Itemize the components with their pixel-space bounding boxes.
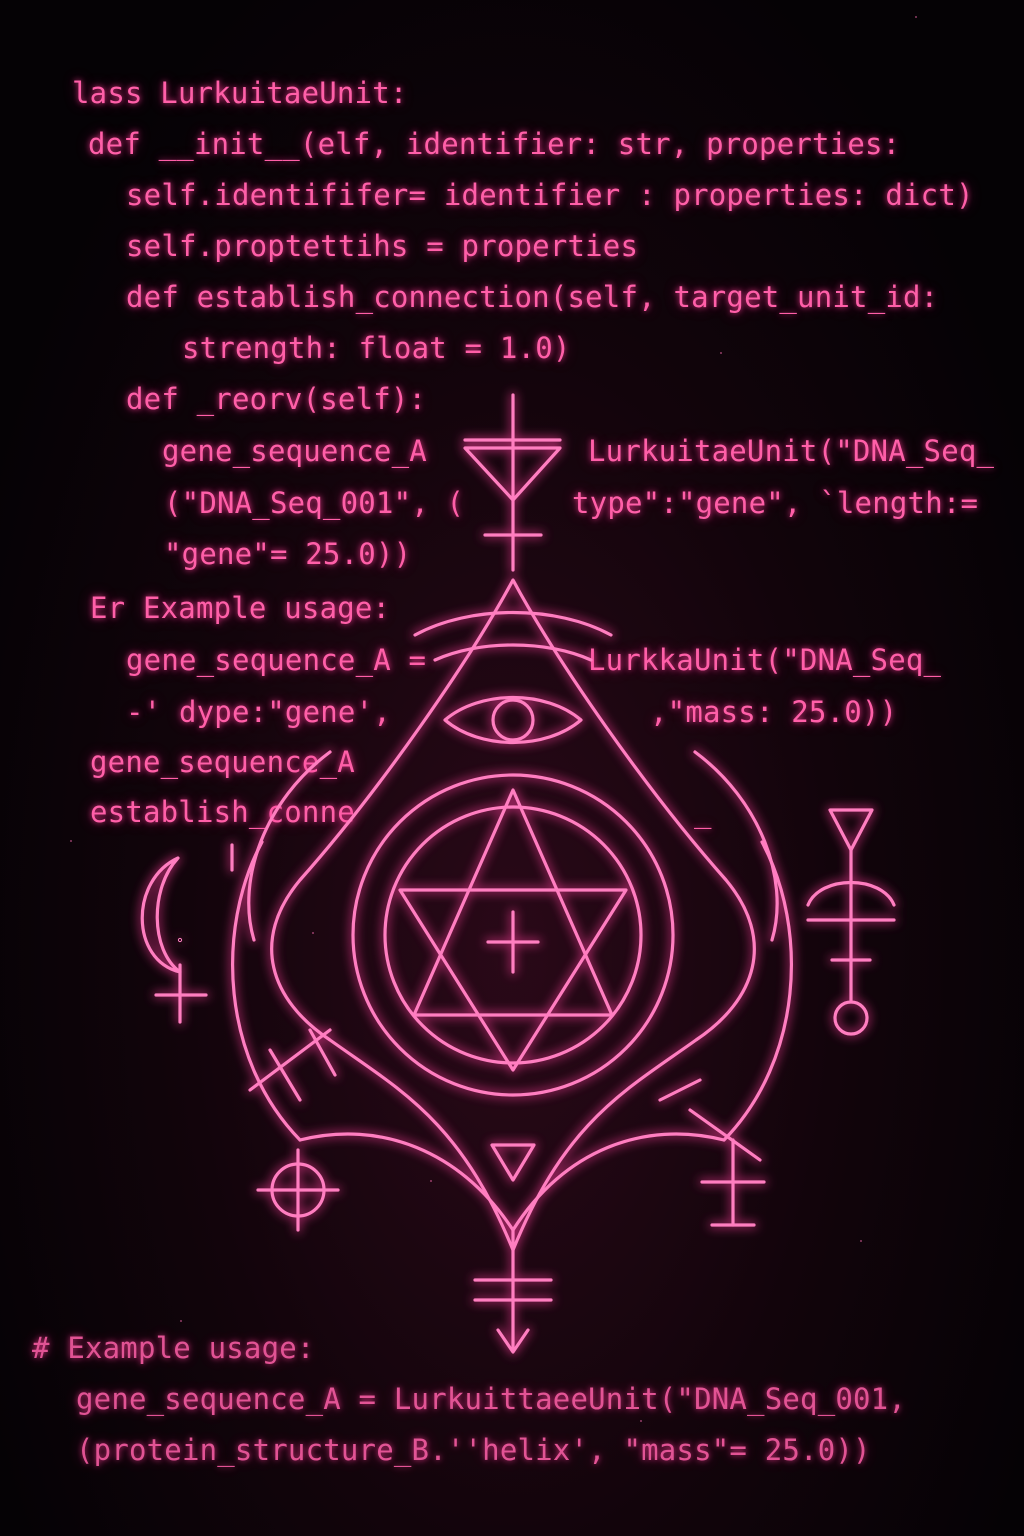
- sigil-stroke: [833, 1000, 869, 1036]
- sigil-glow-layer: [138, 391, 898, 1356]
- sigil-stroke: [231, 840, 302, 1142]
- sigil-stroke: [491, 698, 535, 742]
- sigil-stroke: [693, 750, 779, 942]
- triangle-eye-sigil-icon: [138, 391, 898, 1356]
- artwork-canvas: lass LurkuitaeUnit: def __init__(elf, id…: [0, 0, 1024, 1536]
- sigil-stroke: [826, 806, 876, 854]
- sigil-stroke: [138, 854, 184, 976]
- sigil-stroke: [177, 937, 183, 943]
- sigil-stroke: [140, 856, 182, 974]
- sigil-stroke: [441, 694, 585, 746]
- sigil-stroke: [488, 1141, 538, 1184]
- sigil-stroke: [658, 1078, 702, 1102]
